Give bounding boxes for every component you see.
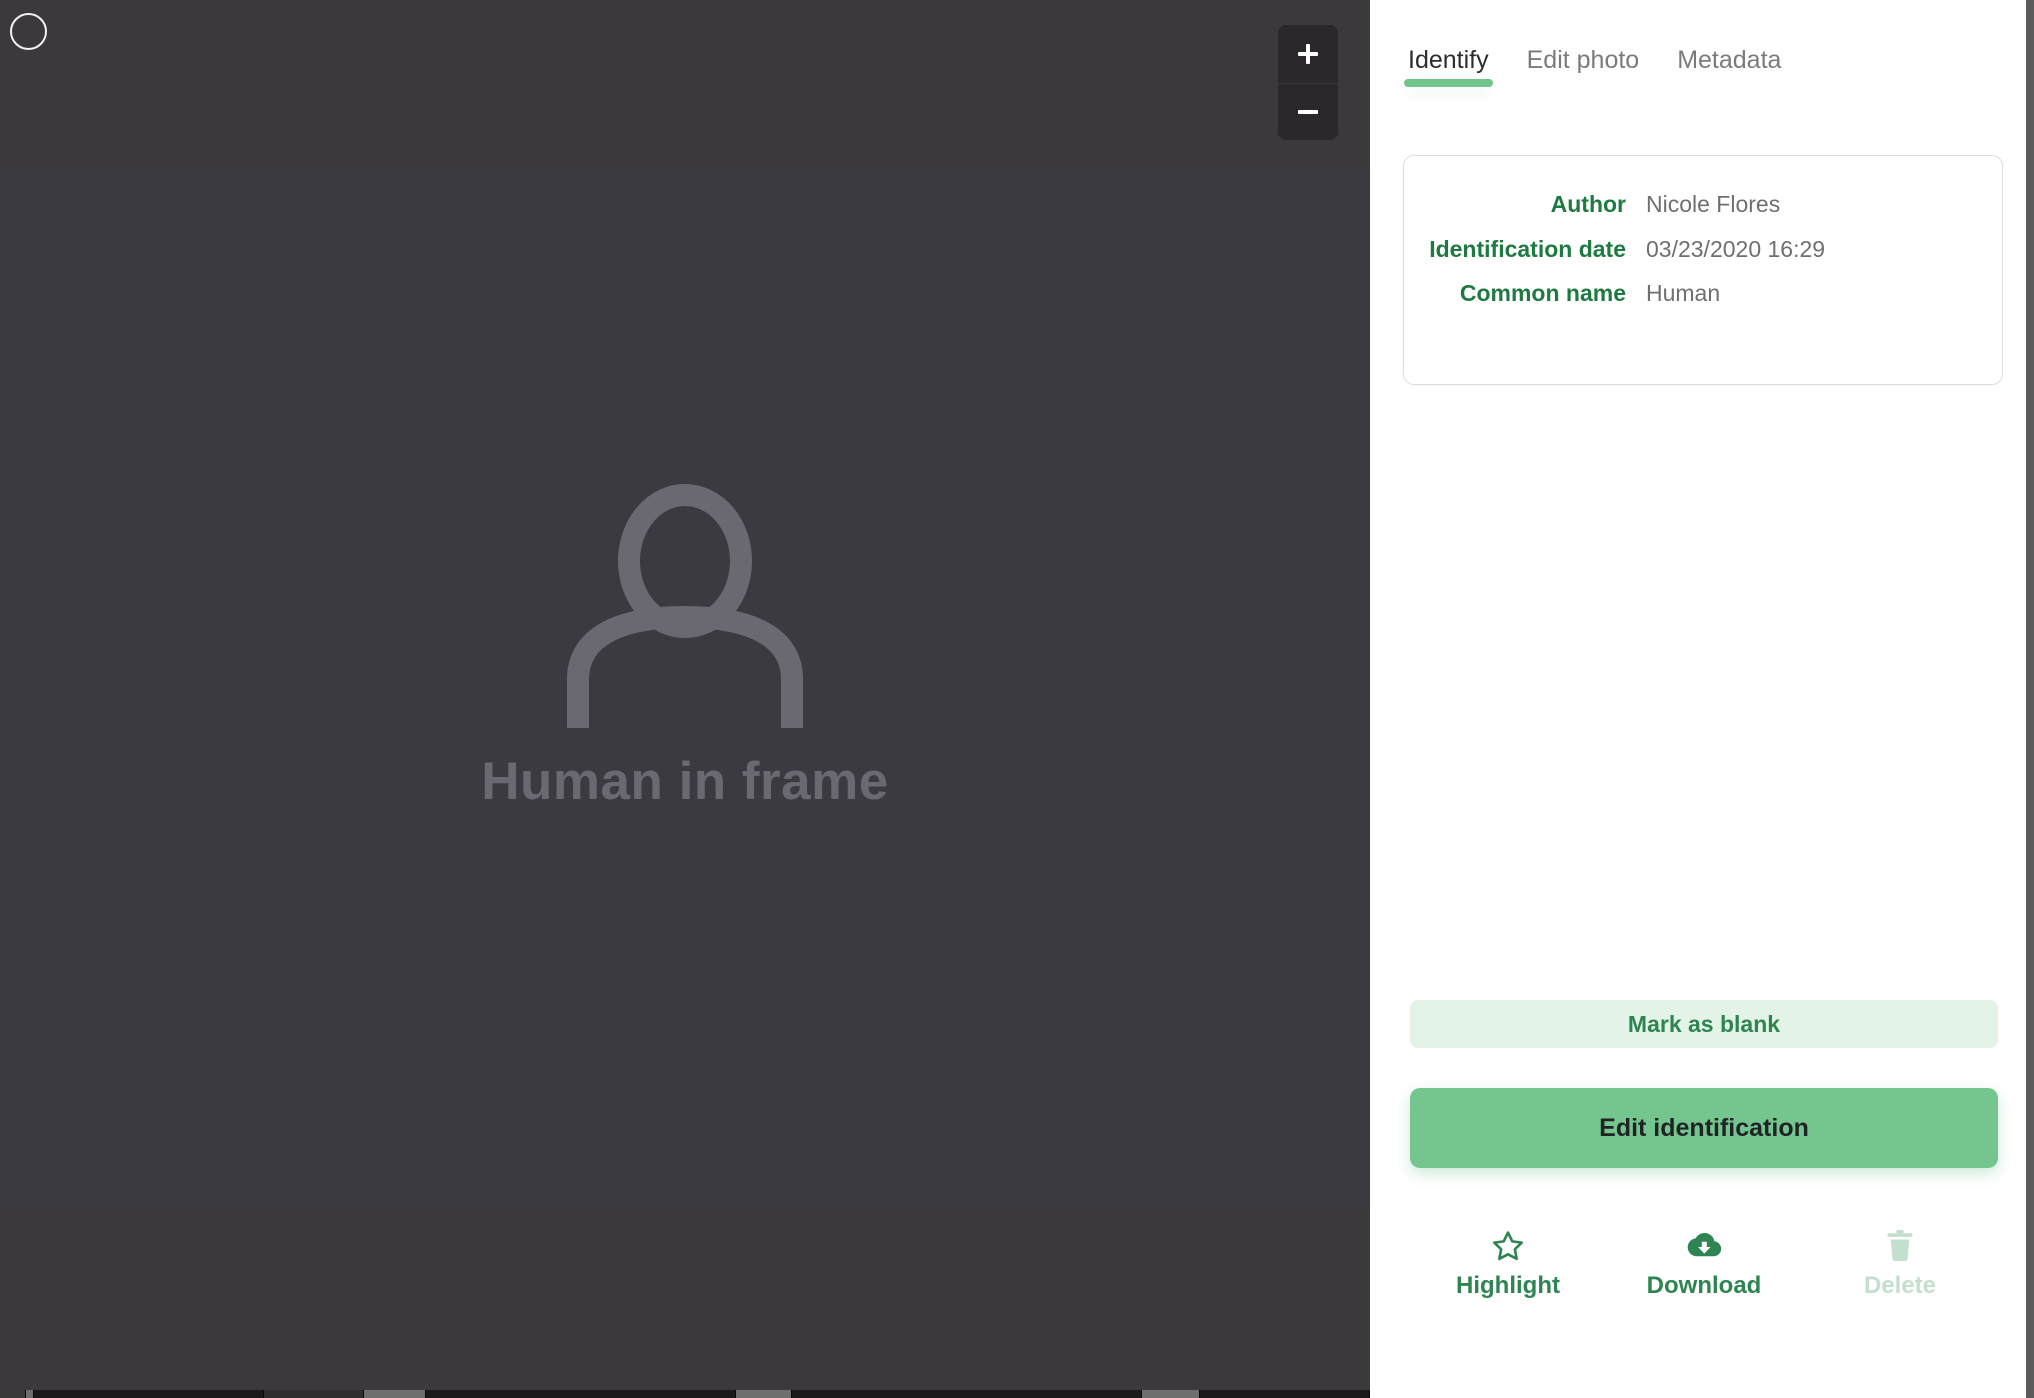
edit-identification-button[interactable]: Edit identification [1410,1088,1998,1168]
identification-info-card: Author Nicole Flores Identification date… [1403,155,2003,385]
minus-icon [1298,109,1318,114]
viewer-top-toolbar [0,0,1370,168]
identification-date-label: Identification date [1429,235,1626,262]
panel-scrollbar[interactable] [2026,0,2034,1398]
identification-date-value: 03/23/2020 16:29 [1646,235,1826,262]
identification-info-table: Author Nicole Flores Identification date… [1404,182,1972,316]
filmstrip-divider [736,1390,792,1398]
cloud-download-icon [1685,1228,1723,1262]
filmstrip-thumbnail[interactable] [264,1390,364,1398]
tab-edit-photo-label: Edit photo [1526,46,1640,74]
filmstrip-divider [26,1390,34,1398]
tab-metadata[interactable]: Metadata [1673,48,1785,87]
star-icon [1491,1228,1525,1262]
download-action[interactable]: Download [1634,1228,1774,1298]
author-label: Author [1550,191,1626,217]
author-value: Nicole Flores [1646,191,1781,217]
photo-identification-app: Human in frame Identify Edit photo Metad… [0,0,2034,1398]
filmstrip-thumbnail[interactable] [1200,1390,1370,1398]
filmstrip-thumbnail[interactable] [0,1390,26,1398]
common-name-label: Common name [1459,280,1626,307]
delete-action: Delete [1830,1228,1970,1298]
plus-icon [1298,43,1318,64]
details-panel: Identify Edit photo Metadata Author Nico… [1370,0,2034,1398]
filmstrip-thumbnail[interactable] [792,1390,1142,1398]
highlight-label: Highlight [1456,1272,1560,1299]
image-stage[interactable]: Human in frame [0,168,1370,1207]
zoom-out-button[interactable] [1278,82,1338,140]
placeholder-label: Human in frame [481,752,889,811]
tab-identify-label: Identify [1408,46,1489,74]
zoom-in-button[interactable] [1278,25,1338,83]
download-label: Download [1646,1272,1762,1299]
tab-metadata-label: Metadata [1677,46,1782,74]
trash-icon [1885,1228,1915,1262]
filmstrip-thumbnail[interactable] [426,1390,736,1398]
filmstrip-thumbnail[interactable] [34,1390,264,1398]
table-row: Common name Human [1404,271,1972,316]
table-row: Identification date 03/23/2020 16:29 [1404,227,1972,272]
no-image-placeholder: Human in frame [481,483,889,812]
highlight-action[interactable]: Highlight [1438,1228,1578,1298]
mark-as-blank-button[interactable]: Mark as blank [1410,1000,1998,1048]
panel-tabs: Identify Edit photo Metadata [1404,48,1785,87]
filmstrip-divider [1142,1390,1200,1398]
thumbnail-filmstrip[interactable] [0,1390,1370,1398]
delete-label: Delete [1863,1272,1937,1299]
filmstrip-divider [364,1390,426,1398]
viewer-bottom-toolbar [0,1207,1370,1390]
common-name-value: Human [1646,280,1721,307]
panel-footer-actions: Highlight Download Delete [1410,1228,1998,1298]
tab-identify[interactable]: Identify [1404,48,1493,87]
zoom-controls [1278,25,1338,140]
tab-edit-photo[interactable]: Edit photo [1523,48,1644,87]
table-row: Author Nicole Flores [1404,182,1972,227]
image-viewer: Human in frame [0,0,1370,1398]
person-icon [567,484,803,728]
selection-circle-icon[interactable] [10,13,47,50]
